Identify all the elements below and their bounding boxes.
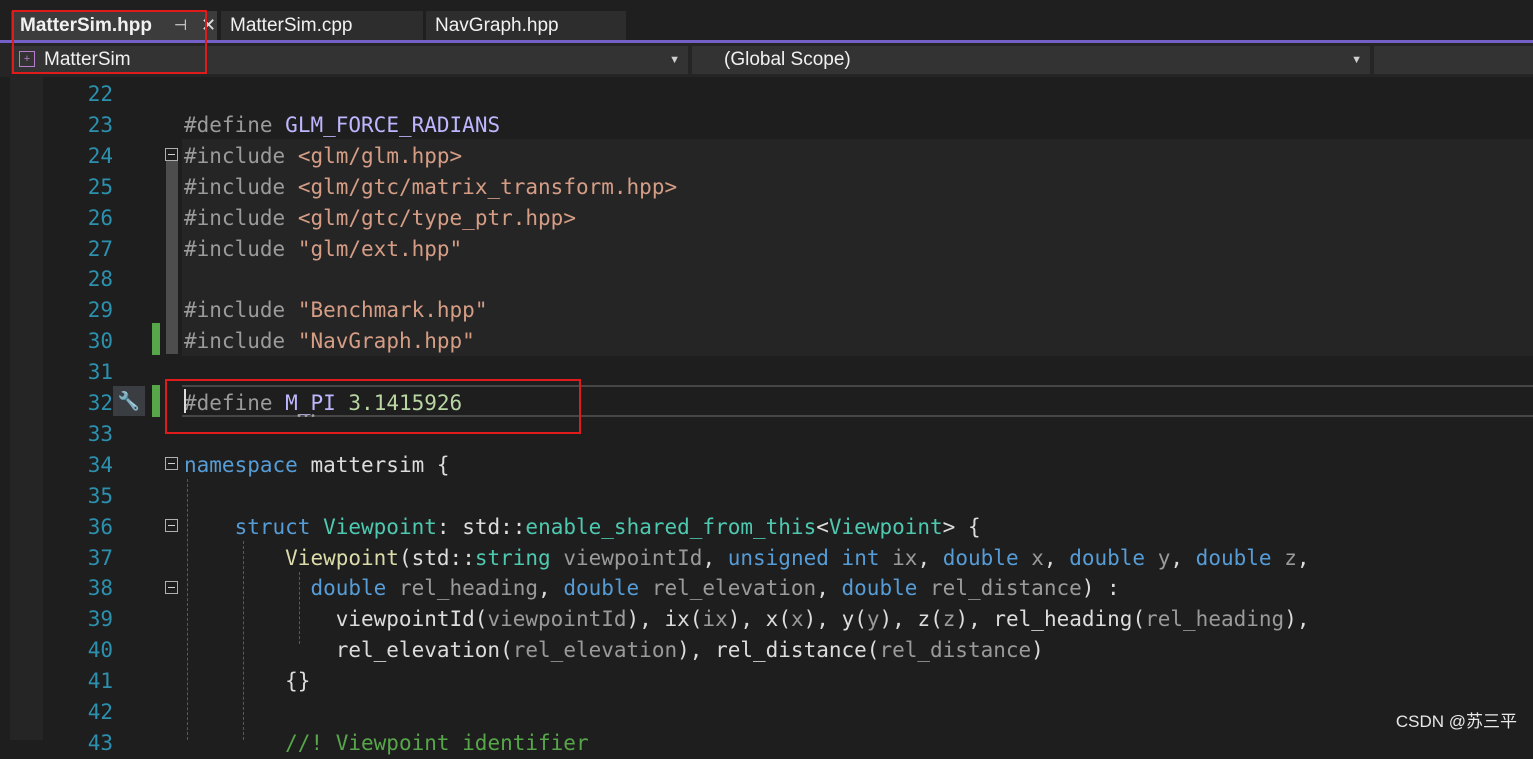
tab-label: NavGraph.hpp [435, 15, 559, 36]
fold-toggle-icon[interactable] [165, 581, 178, 594]
code-line: 26 #include <glm/gtc/type_ptr.hpp> [0, 203, 1533, 234]
code-text[interactable]: namespace mattersim { [184, 450, 450, 481]
line-number: 36 [87, 514, 113, 539]
indent-guide [187, 479, 188, 740]
code-text[interactable]: #include <glm/gtc/type_ptr.hpp> [184, 203, 576, 234]
code-line: 37 Viewpoint(std::string viewpointId, un… [0, 543, 1533, 574]
fold-toggle-icon[interactable] [165, 519, 178, 532]
code-text[interactable]: #include "Benchmark.hpp" [184, 295, 487, 326]
code-line: 25 #include <glm/gtc/matrix_transform.hpp… [0, 172, 1533, 203]
line-number: 22 [87, 82, 113, 106]
line-number: 23 [87, 112, 113, 137]
code-text[interactable]: #include "NavGraph.hpp" [184, 326, 475, 357]
code-line: 30 #include "NavGraph.hpp" [0, 326, 1533, 357]
code-line: 43 //! Viewpoint identifier [0, 728, 1533, 759]
quick-action-wrench-icon[interactable]: 🔧 [113, 386, 145, 416]
line-number: 33 [87, 421, 113, 446]
line-number: 28 [87, 267, 113, 292]
line-number: 43 [87, 730, 113, 755]
scope-label: (Global Scope) [724, 49, 851, 70]
code-line: 22 [0, 79, 1533, 110]
tab-bar: MatterSim.hpp ⊣ ✕ MatterSim.cpp NavGraph… [0, 0, 1533, 40]
navigation-bar: + MatterSim ▼ (Global Scope) ▼ [0, 43, 1533, 77]
line-number: 34 [87, 452, 113, 477]
code-line: 35 [0, 481, 1533, 512]
annotation-box-tab [12, 10, 207, 74]
line-number: 27 [87, 236, 113, 261]
watermark: CSDN @苏三平 [1395, 712, 1517, 731]
line-number: 30 [87, 329, 113, 354]
line-number: 25 [87, 174, 113, 199]
line-number: 38 [87, 576, 113, 601]
code-line: 38 double rel_heading, double rel_elevat… [0, 573, 1533, 604]
code-line: 27 #include "glm/ext.hpp" [0, 234, 1533, 265]
code-text[interactable]: rel_elevation(rel_elevation), rel_distan… [184, 635, 1044, 666]
tab-navgraph-hpp[interactable]: NavGraph.hpp [426, 11, 626, 40]
code-line: 39 viewpointId(viewpointId), ix(ix), x(x… [0, 604, 1533, 635]
code-text[interactable]: {} [184, 666, 310, 697]
line-number: 24 [87, 143, 113, 168]
code-line: 23 #define GLM_FORCE_RADIANS [0, 110, 1533, 141]
line-number: 42 [87, 700, 113, 724]
tab-label: MatterSim.cpp [230, 15, 353, 36]
tab-mattersim-cpp[interactable]: MatterSim.cpp [221, 11, 423, 40]
line-number: 37 [87, 545, 113, 570]
line-number: 29 [87, 298, 113, 323]
code-text[interactable]: #include <glm/gtc/matrix_transform.hpp> [184, 172, 677, 203]
fold-toggle-icon[interactable] [165, 457, 178, 470]
code-text[interactable]: #define GLM_FORCE_RADIANS [184, 110, 500, 141]
line-number: 31 [87, 360, 113, 385]
code-line: 42 [0, 697, 1533, 728]
code-text[interactable]: struct Viewpoint: std::enable_shared_fro… [184, 512, 981, 543]
indent-guide [299, 572, 300, 644]
code-text[interactable]: #include "glm/ext.hpp" [184, 234, 462, 265]
chevron-down-icon: ▼ [1351, 54, 1362, 66]
line-number: 26 [87, 205, 113, 230]
code-text[interactable]: //! Viewpoint identifier [184, 728, 588, 759]
line-number: 32 [87, 391, 113, 415]
code-text[interactable]: double rel_heading, double rel_elevation… [184, 573, 1119, 604]
code-line: 29 #include "Benchmark.hpp" [0, 295, 1533, 326]
code-line: 41 {} [0, 666, 1533, 697]
line-number: 35 [87, 483, 113, 508]
code-text[interactable]: viewpointId(viewpointId), ix(ix), x(x), … [184, 604, 1310, 635]
code-line: 36 struct Viewpoint: std::enable_shared_… [0, 512, 1533, 543]
scope-dropdown[interactable]: (Global Scope) ▼ [692, 46, 1370, 74]
chevron-down-icon: ▼ [669, 54, 680, 66]
code-line: 34 namespace mattersim { [0, 450, 1533, 481]
code-text[interactable]: #include <glm/glm.hpp> [184, 141, 462, 172]
code-line: 24 #include <glm/glm.hpp> [0, 141, 1533, 172]
member-dropdown[interactable] [1374, 46, 1533, 74]
fold-toggle-icon[interactable] [165, 148, 178, 161]
annotation-box-define [165, 379, 581, 434]
line-number: 40 [87, 638, 113, 663]
line-number: 39 [87, 607, 113, 632]
code-line: 28 [0, 264, 1533, 295]
line-number: 41 [87, 669, 113, 694]
code-line: 40 rel_elevation(rel_elevation), rel_dis… [0, 635, 1533, 666]
indent-guide [243, 541, 244, 740]
code-text[interactable]: Viewpoint(std::string viewpointId, unsig… [184, 543, 1309, 574]
